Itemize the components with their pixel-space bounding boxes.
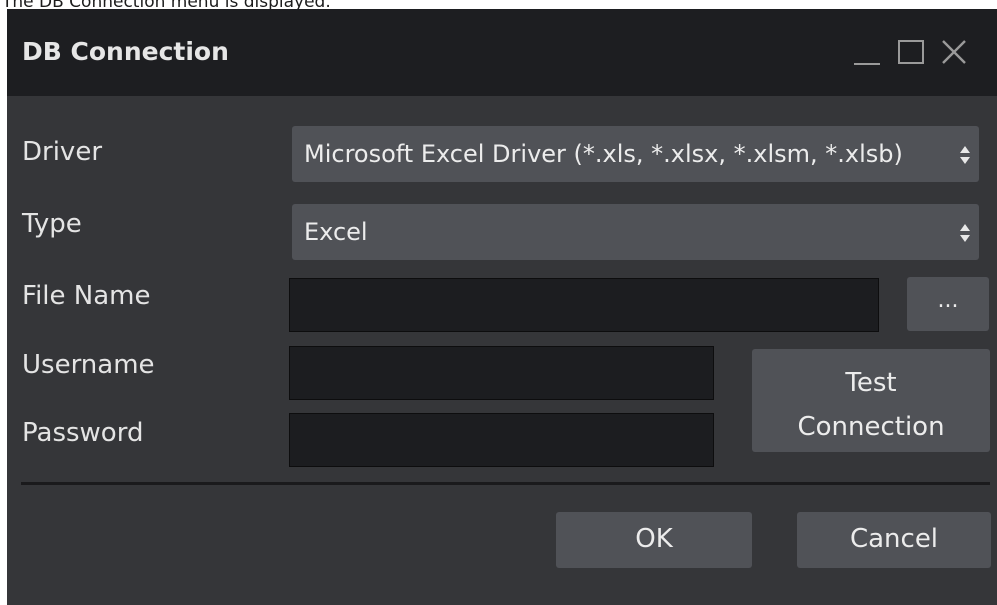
file-name-label: File Name <box>22 281 151 311</box>
maximize-icon[interactable] <box>895 33 929 71</box>
type-label: Type <box>22 209 82 239</box>
password-label: Password <box>22 418 144 448</box>
driver-select-value: Microsoft Excel Driver (*.xls, *.xlsx, *… <box>304 140 903 168</box>
select-arrows-icon <box>960 146 970 164</box>
password-input[interactable] <box>289 413 714 467</box>
db-connection-dialog: DB Connection Driver Microsoft Excel Dri… <box>7 9 997 605</box>
browse-button[interactable]: ... <box>907 277 989 331</box>
driver-select[interactable]: Microsoft Excel Driver (*.xls, *.xlsx, *… <box>292 126 979 182</box>
title-bar: DB Connection <box>7 9 997 96</box>
type-select-value: Excel <box>304 218 368 246</box>
file-name-input[interactable] <box>289 278 879 332</box>
driver-label: Driver <box>22 137 103 167</box>
window-title: DB Connection <box>22 37 229 66</box>
test-connection-label-line1: Test <box>845 368 897 398</box>
username-label: Username <box>22 350 155 380</box>
cancel-button[interactable]: Cancel <box>797 512 991 568</box>
select-arrows-icon <box>960 224 970 242</box>
username-input[interactable] <box>289 346 714 400</box>
minimize-icon[interactable] <box>852 33 884 71</box>
test-connection-button[interactable]: Test Connection <box>752 349 990 452</box>
ok-button[interactable]: OK <box>556 512 752 568</box>
divider <box>21 482 990 485</box>
type-select[interactable]: Excel <box>292 204 979 260</box>
test-connection-label-line2: Connection <box>797 412 945 442</box>
close-icon[interactable] <box>937 33 971 71</box>
